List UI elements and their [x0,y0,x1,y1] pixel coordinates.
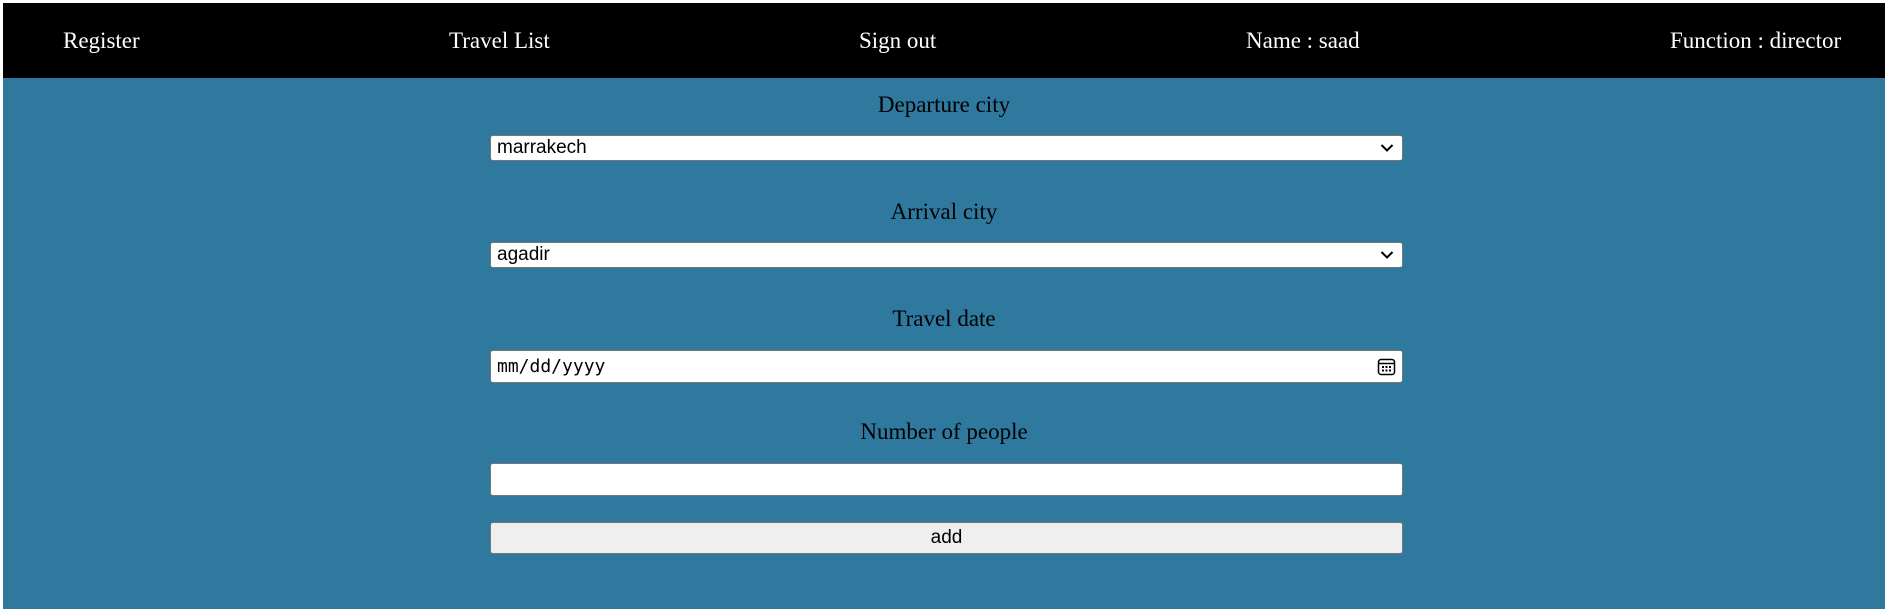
navbar: Register Travel List Sign out Name : saa… [3,3,1885,78]
arrival-city-label: Arrival city [890,199,998,224]
nav-sign-out-link[interactable]: Sign out [859,3,936,78]
nav-travel-list-link[interactable]: Travel List [449,3,550,78]
nav-register-link[interactable]: Register [63,3,140,78]
user-function-label: Function : director [1670,28,1842,53]
chevron-down-icon [1380,144,1394,152]
departure-city-label: Departure city [877,92,1011,117]
add-button[interactable]: add [490,522,1403,554]
calendar-icon[interactable] [1377,357,1396,376]
arrival-city-select[interactable]: agadir [490,242,1403,268]
chevron-down-icon [1380,251,1394,259]
number-of-people-input[interactable] [490,463,1403,496]
user-name-label: Name : saad [1246,28,1360,53]
travel-date-placeholder: mm/dd/yyyy [497,356,606,377]
arrival-city-value: agadir [497,244,550,265]
app-frame: Register Travel List Sign out Name : saa… [3,3,1885,609]
departure-city-value: marrakech [497,137,587,158]
number-of-people-label: Number of people [860,419,1028,444]
travel-date-input[interactable]: mm/dd/yyyy [490,350,1403,383]
departure-city-select[interactable]: marrakech [490,135,1403,161]
travel-date-label: Travel date [892,306,996,331]
